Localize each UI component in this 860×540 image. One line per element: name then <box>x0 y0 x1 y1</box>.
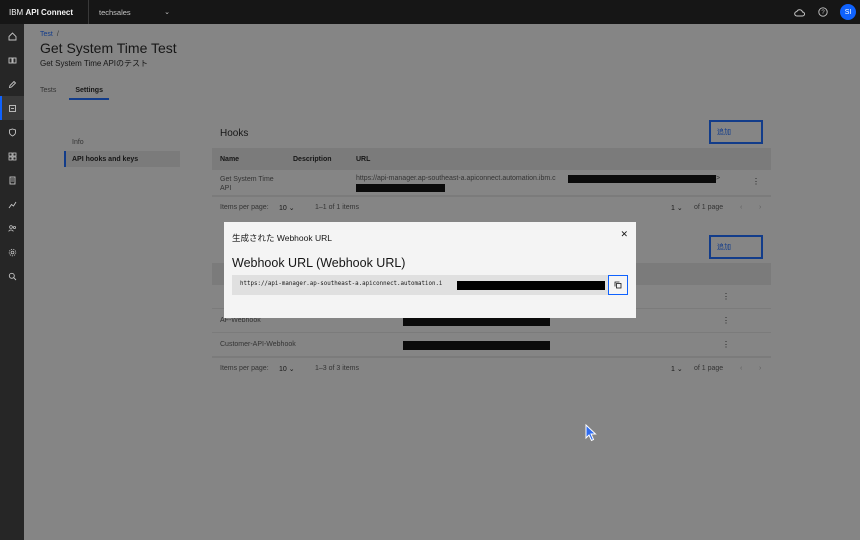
avatar-initials: SI <box>844 8 852 16</box>
apps-icon[interactable] <box>0 144 24 168</box>
copy-button[interactable] <box>608 275 628 295</box>
settings-icon[interactable] <box>0 240 24 264</box>
copy-icon <box>614 281 622 289</box>
users-icon[interactable] <box>0 216 24 240</box>
test-icon[interactable] <box>0 96 24 120</box>
top-icons: ? SI <box>792 0 856 24</box>
catalog-selector[interactable]: techsales ⌄ <box>88 0 178 24</box>
document-icon[interactable] <box>0 168 24 192</box>
analytics-icon[interactable] <box>0 192 24 216</box>
product-logo[interactable]: IBM API Connect <box>0 8 88 17</box>
webhook-url-modal: 生成された Webhook URL ✕ Webhook URL (Webhook… <box>224 222 636 318</box>
brand-prefix: IBM <box>9 7 24 17</box>
modal-label: 生成された Webhook URL <box>232 233 332 243</box>
modal-heading: Webhook URL (Webhook URL) <box>232 256 406 270</box>
redacted-block <box>457 281 605 290</box>
cloud-icon[interactable] <box>792 5 806 19</box>
chevron-down-icon: ⌄ <box>164 9 170 16</box>
home-icon[interactable] <box>0 24 24 48</box>
help-icon[interactable]: ? <box>816 5 830 19</box>
webhook-url-text: https://api-manager.ap-southeast-a.apico… <box>240 281 443 287</box>
webhook-url-snippet[interactable]: https://api-manager.ap-southeast-a.apico… <box>232 275 628 295</box>
side-nav <box>0 24 24 540</box>
brand-name: API Connect <box>25 7 74 17</box>
top-bar: IBM API Connect techsales ⌄ ? SI <box>0 0 860 24</box>
svg-text:?: ? <box>821 10 825 16</box>
edit-icon[interactable] <box>0 72 24 96</box>
catalog-icon[interactable] <box>0 48 24 72</box>
catalog-name: techsales <box>99 7 131 17</box>
avatar[interactable]: SI <box>840 4 856 20</box>
close-icon[interactable]: ✕ <box>620 229 628 240</box>
search-icon[interactable] <box>0 264 24 288</box>
shield-icon[interactable] <box>0 120 24 144</box>
